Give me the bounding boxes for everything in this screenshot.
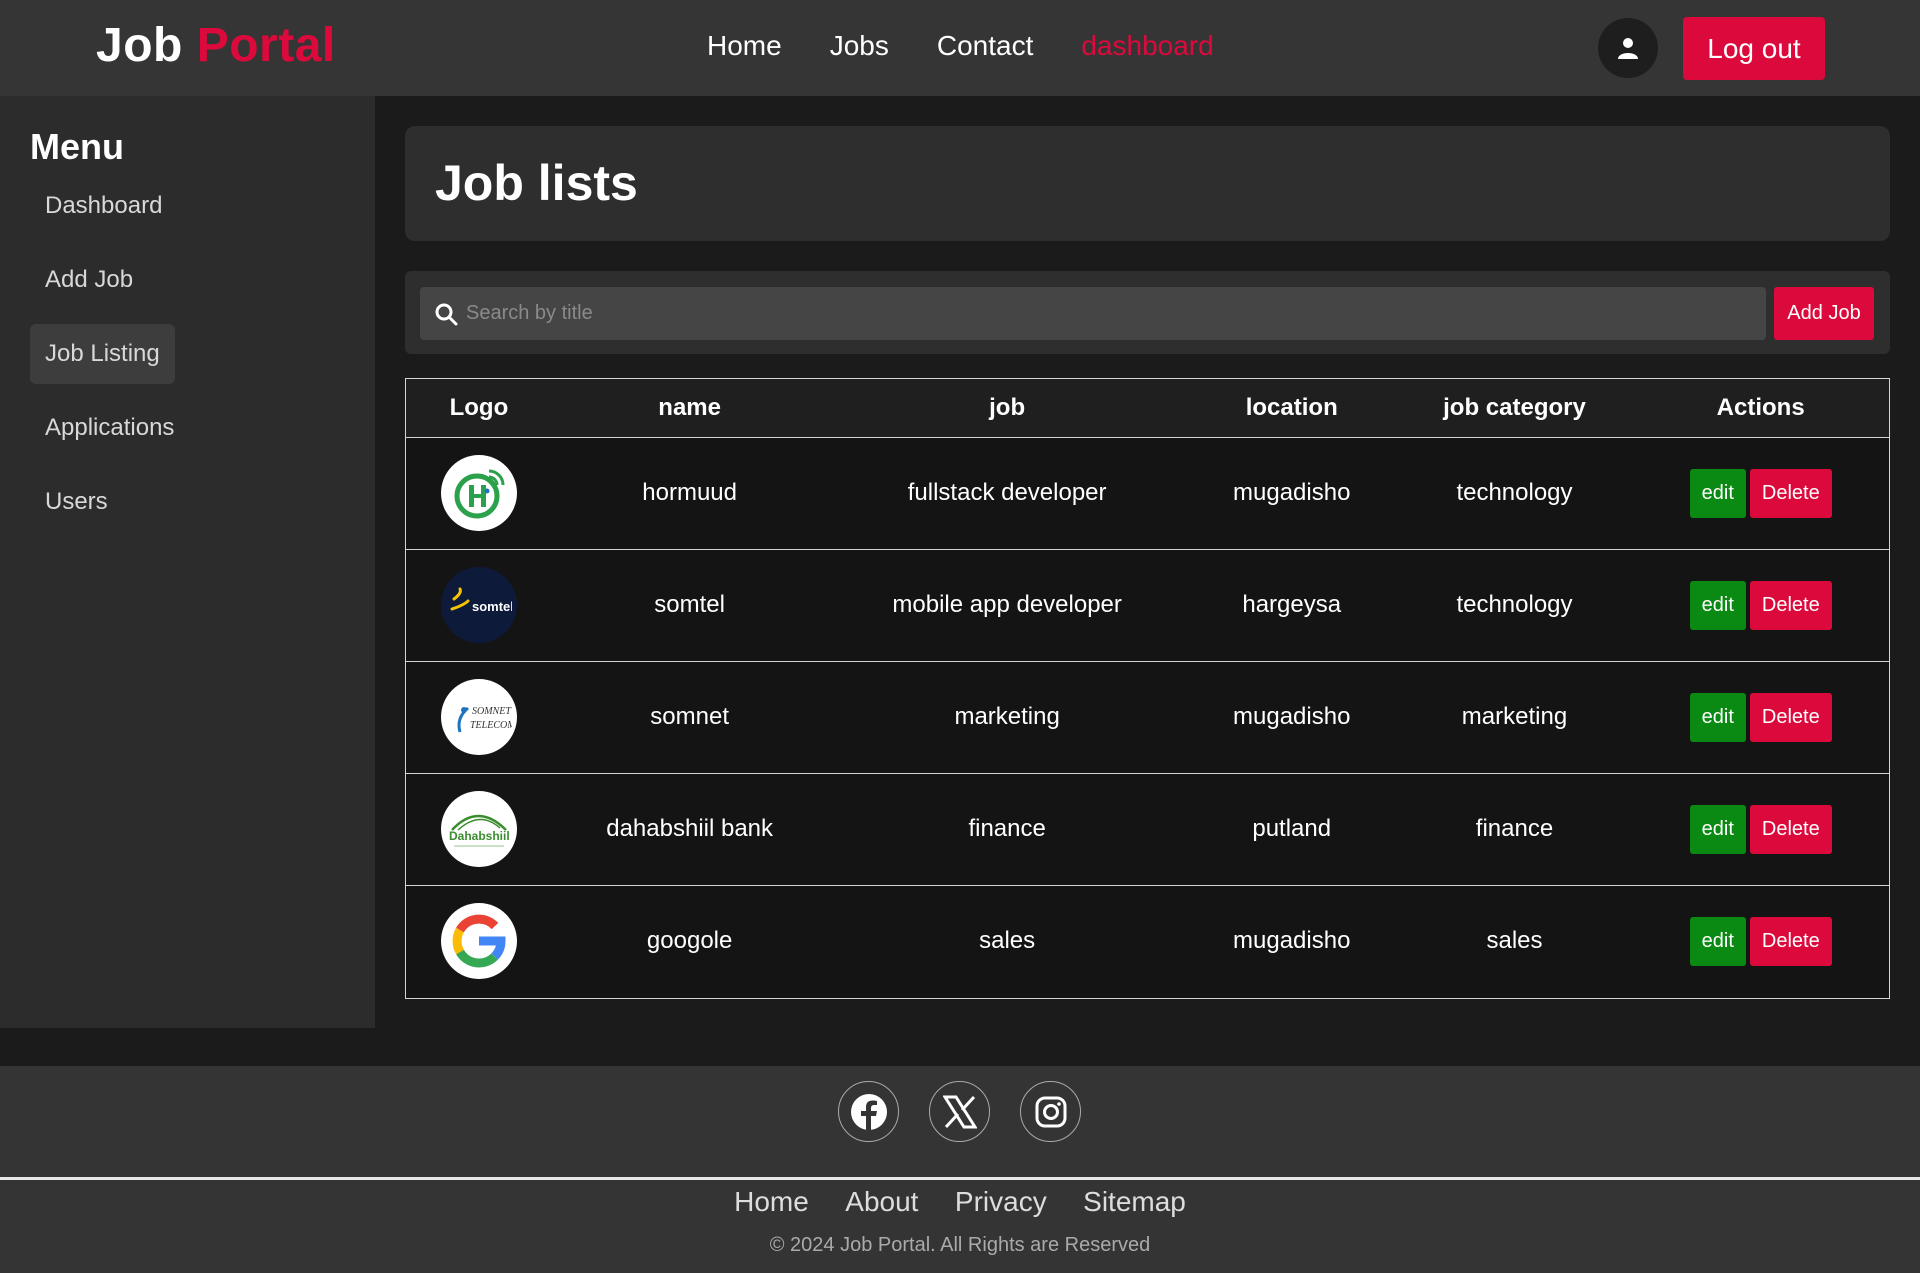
sidebar-item-add-job[interactable]: Add Job: [30, 250, 345, 310]
google-logo-icon: [440, 903, 517, 980]
sidebar-item-dashboard[interactable]: Dashboard: [30, 176, 345, 236]
main-nav: Home Jobs Contact dashboard: [707, 30, 1262, 62]
column-header-actions: Actions: [1716, 393, 1805, 421]
nav-jobs[interactable]: Jobs: [830, 30, 889, 62]
user-profile-button[interactable]: [1598, 18, 1658, 78]
cell-category: technology: [1456, 591, 1573, 618]
nav-contact[interactable]: Contact: [937, 30, 1034, 62]
nav-dashboard[interactable]: dashboard: [1081, 30, 1213, 62]
sidebar-item-users[interactable]: Users: [30, 472, 345, 532]
logout-button[interactable]: Log out: [1683, 17, 1825, 80]
dahabshiil-logo-icon: Dahabshiil: [440, 791, 517, 867]
column-header-name: name: [658, 393, 721, 421]
cell-job: mobile app developer: [892, 591, 1122, 618]
search-box[interactable]: [420, 287, 1766, 340]
x-link[interactable]: [929, 1081, 990, 1142]
sidebar: Menu Dashboard Add Job Job Listing Appli…: [0, 96, 375, 1028]
sidebar-title: Menu: [30, 126, 124, 167]
logo-text-job: Job: [96, 19, 183, 72]
user-icon: [1618, 38, 1638, 59]
somnet-logo-icon: SOMNET TELECOM: [440, 679, 517, 755]
table-row: somtel somtel mobile app developer harge…: [406, 549, 1889, 661]
cell-name: googole: [646, 927, 733, 955]
cell-location: mugadisho: [1233, 927, 1351, 955]
job-table: Logo name job location job category Acti…: [405, 378, 1890, 999]
cell-job: finance: [968, 815, 1046, 842]
cell-category: technology: [1456, 479, 1573, 506]
delete-button[interactable]: Delete: [1749, 468, 1832, 518]
column-header-logo: Logo: [449, 393, 509, 421]
table-row: SOMNET TELECOM somnet marketing mugadish…: [406, 661, 1889, 773]
sidebar-item-applications[interactable]: Applications: [30, 398, 345, 458]
cell-actions: edit Delete: [1632, 549, 1889, 661]
hormuud-logo-icon: [440, 455, 517, 531]
footer-divider: [0, 1177, 1920, 1180]
edit-button[interactable]: edit: [1689, 580, 1746, 630]
copyright-text: © 2024 Job Portal. All Rights are Reserv…: [769, 1234, 1151, 1256]
logo-text-portal: Portal: [196, 19, 336, 72]
cell-location: hargeysa: [1242, 591, 1342, 618]
cell-location: mugadisho: [1233, 703, 1351, 730]
table-row: googole sales mugadisho sales edit Delete: [406, 885, 1889, 997]
footer-link-about[interactable]: About: [845, 1186, 918, 1217]
footer-links: Home About Privacy Sitemap: [0, 1186, 1920, 1218]
search-icon: [435, 303, 458, 325]
cell-name: somtel: [654, 591, 725, 618]
cell-actions: edit Delete: [1632, 773, 1889, 885]
sidebar-item-job-listing[interactable]: Job Listing: [30, 324, 175, 384]
instagram-link[interactable]: [1020, 1081, 1081, 1142]
delete-button[interactable]: Delete: [1749, 804, 1832, 854]
svg-text:SOMNET: SOMNET: [472, 706, 512, 717]
add-job-button[interactable]: Add Job: [1774, 287, 1874, 340]
cell-name: hormuud: [642, 479, 737, 506]
search-input[interactable]: [466, 302, 1766, 325]
edit-button[interactable]: edit: [1689, 468, 1746, 518]
cell-location: mugadisho: [1233, 479, 1351, 506]
cell-actions: edit Delete: [1632, 661, 1889, 773]
facebook-icon: [850, 1093, 887, 1130]
footer-link-privacy[interactable]: Privacy: [955, 1186, 1047, 1217]
cell-actions: edit Delete: [1632, 437, 1889, 549]
table-header-row: Logo name job location job category Acti…: [406, 379, 1889, 437]
svg-text:somtel: somtel: [472, 599, 512, 614]
edit-button[interactable]: edit: [1689, 804, 1746, 854]
cell-category: sales: [1486, 927, 1543, 955]
cell-name: somnet: [650, 703, 729, 730]
column-header-location: location: [1245, 393, 1338, 421]
footer-link-home[interactable]: Home: [734, 1186, 809, 1217]
edit-button[interactable]: edit: [1689, 916, 1746, 966]
cell-category: finance: [1475, 815, 1554, 842]
social-links: [838, 1081, 1081, 1142]
somtel-logo-icon: somtel: [440, 567, 517, 643]
page-title: Job lists: [435, 155, 638, 211]
page-title-card: Job lists: [405, 126, 1890, 241]
cell-job: sales: [979, 927, 1036, 955]
column-header-category: job category: [1443, 393, 1586, 421]
cell-job: fullstack developer: [907, 479, 1107, 506]
site-logo[interactable]: Job Portal: [96, 18, 336, 73]
cell-actions: edit Delete: [1632, 885, 1889, 997]
facebook-link[interactable]: [838, 1081, 899, 1142]
search-bar: Add Job: [405, 271, 1890, 354]
svg-text:Dahabshiil: Dahabshiil: [449, 829, 510, 843]
table-row: hormuud fullstack developer mugadisho te…: [406, 437, 1889, 549]
column-header-job: job: [989, 393, 1026, 421]
svg-text:TELECOM: TELECOM: [470, 720, 512, 731]
table-row: Dahabshiil dahabshiil bank finance putla…: [406, 773, 1889, 885]
cell-location: putland: [1252, 815, 1332, 842]
cell-job: marketing: [954, 703, 1060, 730]
nav-home[interactable]: Home: [707, 30, 782, 62]
cell-category: marketing: [1461, 703, 1568, 730]
delete-button[interactable]: Delete: [1749, 916, 1832, 966]
instagram-icon: [1035, 1096, 1066, 1127]
cell-name: dahabshiil bank: [606, 815, 774, 842]
x-icon: [942, 1095, 977, 1128]
footer-link-sitemap[interactable]: Sitemap: [1083, 1186, 1186, 1217]
delete-button[interactable]: Delete: [1749, 580, 1832, 630]
delete-button[interactable]: Delete: [1749, 692, 1832, 742]
top-navbar: Job Portal Home Jobs Contact dashboard L…: [0, 0, 1920, 96]
footer: Home About Privacy Sitemap © 2024 Job Po…: [0, 1066, 1920, 1273]
edit-button[interactable]: edit: [1689, 692, 1746, 742]
